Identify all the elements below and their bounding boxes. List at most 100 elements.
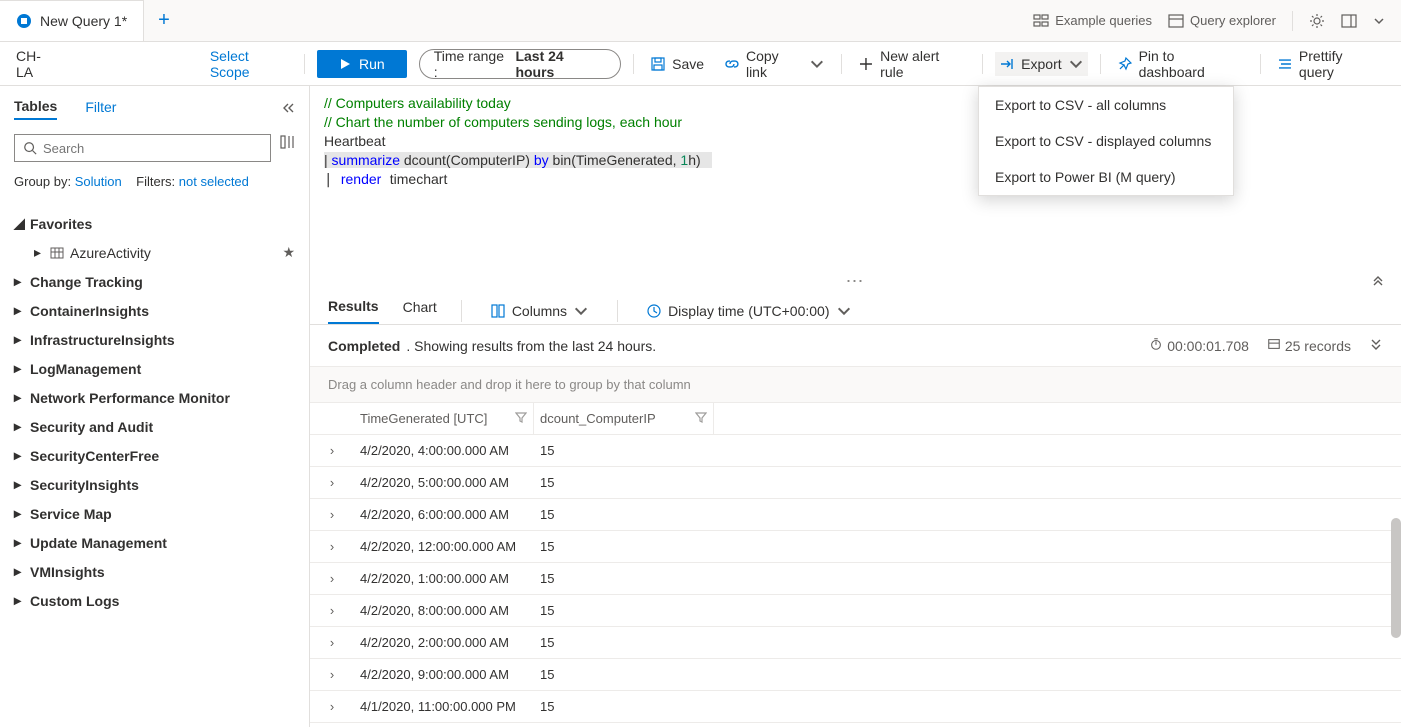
schema-search-box[interactable]: [14, 134, 271, 162]
table-row[interactable]: ›4/1/2020, 11:00:00.000 PM15: [310, 691, 1401, 723]
caret-right-icon: ▸: [14, 273, 24, 290]
solution-group[interactable]: ▸LogManagement: [14, 354, 295, 383]
time-range-picker[interactable]: Time range : Last 24 hours: [419, 49, 621, 79]
expand-row-button[interactable]: ›: [310, 443, 354, 458]
panel-toggle-button[interactable]: [1341, 13, 1357, 29]
star-icon[interactable]: ★: [282, 244, 295, 261]
table-row[interactable]: ›4/2/2020, 2:00:00.000 AM15: [310, 627, 1401, 659]
solution-group[interactable]: ▸Service Map: [14, 499, 295, 528]
cell-timegenerated: 4/2/2020, 6:00:00.000 AM: [354, 507, 534, 522]
cell-timegenerated: 4/1/2020, 11:00:00.000 PM: [354, 699, 534, 714]
caret-right-icon: ▸: [14, 592, 24, 609]
export-button[interactable]: Export: [995, 52, 1087, 76]
solution-group[interactable]: ▸VMInsights: [14, 557, 295, 586]
expand-results-button[interactable]: [1369, 337, 1383, 354]
display-time-button[interactable]: Display time (UTC+00:00): [642, 299, 855, 323]
query-timer: 00:00:01.708: [1149, 337, 1249, 354]
expand-row-button[interactable]: ›: [310, 635, 354, 650]
sidebar-collapse-button[interactable]: [281, 101, 295, 118]
query-explorer-icon: [1168, 13, 1184, 29]
table-row[interactable]: ›4/2/2020, 6:00:00.000 AM15: [310, 499, 1401, 531]
cell-dcount: 15: [534, 539, 714, 554]
caret-right-icon: ▸: [14, 476, 24, 493]
new-alert-rule-button[interactable]: New alert rule: [854, 44, 970, 84]
solution-group[interactable]: ▸SecurityCenterFree: [14, 441, 295, 470]
export-csv-all[interactable]: Export to CSV - all columns: [979, 87, 1233, 123]
query-tab[interactable]: New Query 1*: [0, 0, 144, 41]
solution-group[interactable]: ▸Update Management: [14, 528, 295, 557]
query-explorer-button[interactable]: Query explorer: [1168, 13, 1276, 29]
collapse-editor-button[interactable]: [1371, 272, 1385, 286]
schema-sidebar: Tables Filter Group by: Solution Filters…: [0, 86, 310, 727]
solution-group[interactable]: ▸Change Tracking: [14, 267, 295, 296]
pin-to-dashboard-button[interactable]: Pin to dashboard: [1113, 44, 1248, 84]
copy-link-button[interactable]: Copy link: [720, 44, 829, 84]
expand-row-button[interactable]: ›: [310, 507, 354, 522]
save-button[interactable]: Save: [646, 52, 708, 76]
export-powerbi[interactable]: Export to Power BI (M query): [979, 159, 1233, 195]
plus-icon: [858, 56, 874, 72]
favorite-item-azureactivity[interactable]: ▸ AzureActivity ★: [14, 238, 295, 267]
filters-value[interactable]: not selected: [179, 174, 249, 189]
tab-strip: New Query 1* + Example queries Query exp…: [0, 0, 1401, 42]
expand-row-button[interactable]: ›: [310, 603, 354, 618]
solution-group[interactable]: ▸SecurityInsights: [14, 470, 295, 499]
table-row[interactable]: ›4/2/2020, 12:00:00.000 AM15: [310, 531, 1401, 563]
column-header-timegenerated[interactable]: TimeGenerated [UTC]: [354, 403, 534, 434]
query-editor[interactable]: // Computers availability today // Chart…: [310, 86, 1401, 276]
favorites-group[interactable]: ◢ Favorites: [14, 209, 295, 238]
schema-search-input[interactable]: [43, 141, 262, 156]
expand-row-button[interactable]: ›: [310, 539, 354, 554]
filter-icon[interactable]: [515, 411, 527, 426]
expand-row-button[interactable]: ›: [310, 571, 354, 586]
chevron-down-icon: [1068, 56, 1084, 72]
cell-timegenerated: 4/2/2020, 12:00:00.000 AM: [354, 539, 534, 554]
table-row[interactable]: ›4/2/2020, 9:00:00.000 AM15: [310, 659, 1401, 691]
expand-row-button[interactable]: ›: [310, 667, 354, 682]
export-csv-displayed[interactable]: Export to CSV - displayed columns: [979, 123, 1233, 159]
filters-label: Filters:: [136, 174, 175, 189]
settings-button[interactable]: [1309, 13, 1325, 29]
cell-timegenerated: 4/2/2020, 9:00:00.000 AM: [354, 667, 534, 682]
table-row[interactable]: ›4/2/2020, 4:00:00.000 AM15: [310, 435, 1401, 467]
expand-row-button[interactable]: ›: [310, 475, 354, 490]
table-row[interactable]: ›4/2/2020, 1:00:00.000 AM15: [310, 563, 1401, 595]
cell-dcount: 15: [534, 571, 714, 586]
cell-timegenerated: 4/2/2020, 8:00:00.000 AM: [354, 603, 534, 618]
vertical-scrollbar[interactable]: [1391, 518, 1401, 638]
filter-icon[interactable]: [695, 411, 707, 426]
group-by-label: Group by:: [14, 174, 71, 189]
column-header-dcount[interactable]: dcount_ComputerIP: [534, 403, 714, 434]
solution-group[interactable]: ▸Security and Audit: [14, 412, 295, 441]
columns-button[interactable]: Columns: [486, 299, 593, 323]
caret-down-icon: ◢: [14, 215, 24, 232]
new-tab-button[interactable]: +: [144, 9, 184, 32]
cell-dcount: 15: [534, 699, 714, 714]
solution-group[interactable]: ▸Network Performance Monitor: [14, 383, 295, 412]
results-tab[interactable]: Results: [328, 298, 379, 324]
tables-tab[interactable]: Tables: [14, 98, 57, 120]
caret-right-icon: ▸: [34, 244, 44, 261]
caret-right-icon: ▸: [14, 360, 24, 377]
filter-tab[interactable]: Filter: [85, 99, 116, 119]
example-queries-button[interactable]: Example queries: [1033, 13, 1152, 29]
table-row[interactable]: ›4/2/2020, 5:00:00.000 AM15: [310, 467, 1401, 499]
expand-row-button[interactable]: ›: [310, 699, 354, 714]
chevron-down-button[interactable]: [1373, 15, 1385, 27]
prettify-query-button[interactable]: Prettify query: [1273, 44, 1385, 84]
column-toggle-button[interactable]: [279, 134, 295, 162]
group-drop-zone[interactable]: Drag a column header and drop it here to…: [310, 366, 1401, 403]
group-by-value[interactable]: Solution: [75, 174, 122, 189]
solution-group[interactable]: ▸ContainerInsights: [14, 296, 295, 325]
export-icon: [999, 56, 1015, 72]
solution-group[interactable]: ▸Custom Logs: [14, 586, 295, 615]
cell-timegenerated: 4/2/2020, 2:00:00.000 AM: [354, 635, 534, 650]
solution-group[interactable]: ▸InfrastructureInsights: [14, 325, 295, 354]
run-button[interactable]: Run: [317, 50, 407, 78]
double-chevron-down-icon: [1369, 337, 1383, 351]
table-icon: [50, 246, 64, 260]
chart-tab[interactable]: Chart: [403, 299, 437, 323]
splitter-handle[interactable]: ⋯: [310, 276, 1401, 292]
table-row[interactable]: ›4/2/2020, 8:00:00.000 AM15: [310, 595, 1401, 627]
select-scope-button[interactable]: Select Scope: [210, 48, 292, 80]
